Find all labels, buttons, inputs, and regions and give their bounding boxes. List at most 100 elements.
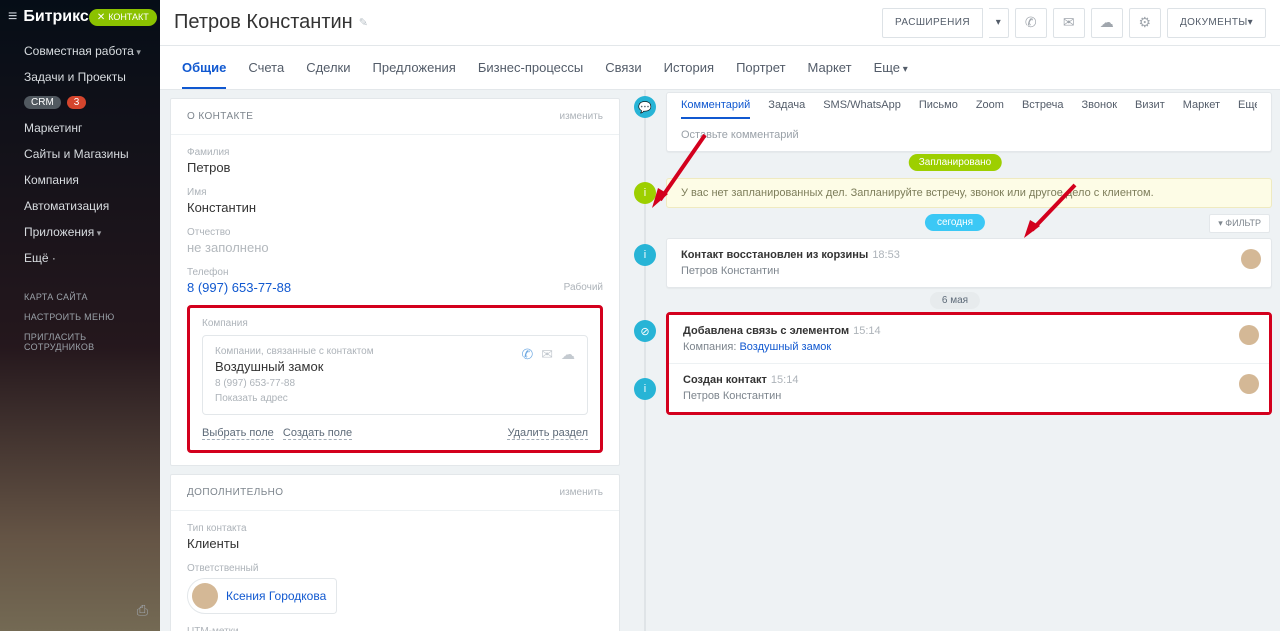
close-icon[interactable]: ✕: [97, 12, 105, 23]
tl-item-time: 15:14: [771, 374, 799, 386]
tl-item-company-link[interactable]: Воздушный замок: [739, 341, 831, 353]
planned-hint: У вас нет запланированных дел. Запланиру…: [666, 178, 1272, 208]
lastname-label: Фамилия: [187, 147, 603, 158]
tab-portrait[interactable]: Портрет: [736, 60, 785, 75]
firstname-label: Имя: [187, 187, 603, 198]
company-address-toggle[interactable]: Показать адрес: [215, 393, 575, 404]
hamburger-icon[interactable]: ≡: [8, 8, 17, 26]
sidebar-item-apps[interactable]: Приложения: [0, 219, 160, 245]
type-label: Тип контакта: [187, 523, 603, 534]
invite-link[interactable]: ПРИГЛАСИТЬ СОТРУДНИКОВ: [0, 327, 160, 357]
midname-value: не заполнено: [187, 240, 603, 255]
tl-tab-zoom[interactable]: Zoom: [976, 99, 1004, 119]
contact-badge[interactable]: ✕КОНТАКТ: [89, 9, 157, 26]
tl-tab-more[interactable]: Еще: [1238, 99, 1257, 119]
avatar: [1239, 325, 1259, 345]
extra-card: ДОПОЛНИТЕЛЬНО изменить Тип контакта Клиент…: [170, 474, 620, 631]
resp-label: Ответственный: [187, 563, 603, 574]
tl-tab-visit[interactable]: Визит: [1135, 99, 1165, 119]
sidebar-item-crm[interactable]: CRM 3: [0, 90, 160, 115]
gear-icon[interactable]: ⚙: [1129, 8, 1161, 38]
tl-tab-comment[interactable]: Комментарий: [681, 99, 750, 119]
comment-input[interactable]: Оставьте комментарий: [681, 129, 1257, 141]
timeline-line: [644, 90, 646, 631]
crm-count-badge: 3: [67, 96, 87, 109]
sidebar-item-company[interactable]: Компания: [0, 167, 160, 193]
tab-invoices[interactable]: Счета: [248, 60, 284, 75]
tab-relations[interactable]: Связи: [605, 60, 641, 75]
extensions-button[interactable]: РАСШИРЕНИЯ: [882, 8, 983, 38]
company-phone: 8 (997) 653-77-88: [215, 378, 575, 389]
tl-item-title: Создан контакт: [683, 374, 767, 386]
timeline-item-restored[interactable]: Контакт восстановлен из корзины 18:53 Пет…: [666, 238, 1272, 288]
sidebar-item-more[interactable]: Ещё ·: [0, 245, 160, 271]
tl-tab-market[interactable]: Маркет: [1183, 99, 1220, 119]
delete-section-link[interactable]: Удалить раздел: [507, 427, 588, 440]
sidebar: ≡ Битрикс ✕КОНТАКТ Совместная работа Зад…: [0, 0, 160, 631]
tab-market[interactable]: Маркет: [808, 60, 852, 75]
extensions-caret[interactable]: ▾: [989, 8, 1009, 38]
header: Петров Константин ✎ РАСШИРЕНИЯ ▾ ✆ ✉ ☁ ⚙…: [160, 0, 1280, 46]
company-call-icon[interactable]: ✆: [522, 346, 534, 363]
extra-edit[interactable]: изменить: [559, 487, 603, 498]
about-edit[interactable]: изменить: [559, 111, 603, 122]
tab-more[interactable]: Еще: [874, 60, 908, 75]
sitemap-link[interactable]: КАРТА САЙТА: [0, 287, 160, 307]
sidebar-item-collab[interactable]: Совместная работа: [0, 38, 160, 64]
edit-title-icon[interactable]: ✎: [359, 16, 368, 29]
extra-title: ДОПОЛНИТЕЛЬНО: [187, 487, 283, 498]
timeline-item-created[interactable]: Создан контакт15:14 Петров Константин: [669, 364, 1269, 412]
responsible-chip[interactable]: Ксения Городкова: [187, 578, 337, 614]
avatar: [1241, 249, 1261, 269]
today-badge: сегодня: [925, 214, 985, 231]
link-bubble-icon: ⊘: [634, 320, 656, 342]
company-chat-icon[interactable]: ☁: [561, 346, 575, 363]
tl-item-detail-label: Компания:: [683, 341, 736, 353]
page-title: Петров Константин: [174, 11, 353, 34]
responsible-name: Ксения Городкова: [226, 589, 326, 603]
about-card: О КОНТАКТЕизменить ФамилияПетров ИмяКонс…: [170, 98, 620, 466]
tab-deals[interactable]: Сделки: [306, 60, 350, 75]
lastname-value: Петров: [187, 160, 603, 175]
timeline-item-link-added[interactable]: Добавлена связь с элементом15:14 Компани…: [669, 315, 1269, 364]
chat-icon[interactable]: ☁: [1091, 8, 1123, 38]
tab-general[interactable]: Общие: [182, 60, 226, 89]
select-field-link[interactable]: Выбрать поле: [202, 427, 274, 440]
crm-pill: CRM: [24, 96, 61, 109]
sidebar-item-sites[interactable]: Сайты и Магазины: [0, 141, 160, 167]
avatar: [192, 583, 218, 609]
tl-tab-mail[interactable]: Письмо: [919, 99, 958, 119]
tab-history[interactable]: История: [664, 60, 714, 75]
company-mail-icon[interactable]: ✉: [541, 346, 553, 363]
midname-label: Отчество: [187, 227, 603, 238]
menu-config-link[interactable]: НАСТРОИТЬ МЕНЮ: [0, 307, 160, 327]
tl-tab-meet[interactable]: Встреча: [1022, 99, 1064, 119]
tl-item-detail: Петров Константин: [681, 265, 1257, 277]
phone-value[interactable]: 8 (997) 653-77-88: [187, 280, 291, 295]
tl-tab-call[interactable]: Звонок: [1082, 99, 1118, 119]
documents-button[interactable]: ДОКУМЕНТЫ ▾: [1167, 8, 1266, 38]
utm-label: UTM-метки: [187, 626, 603, 631]
firstname-value: Константин: [187, 200, 603, 215]
tl-item-time: 18:53: [872, 249, 900, 261]
mail-icon[interactable]: ✉: [1053, 8, 1085, 38]
filter-button[interactable]: ▾ ФИЛЬТР: [1209, 214, 1270, 233]
phone-label: Телефон: [187, 267, 603, 278]
tl-item-title: Добавлена связь с элементом: [683, 325, 849, 337]
sidebar-item-tasks[interactable]: Задачи и Проекты: [0, 64, 160, 90]
comment-bubble-icon: 💬: [634, 96, 656, 118]
contact-badge-label: КОНТАКТ: [108, 12, 149, 22]
type-value: Клиенты: [187, 536, 603, 551]
tab-bp[interactable]: Бизнес-процессы: [478, 60, 583, 75]
print-icon[interactable]: ⎙: [137, 602, 148, 619]
tl-tab-task[interactable]: Задача: [768, 99, 805, 119]
sidebar-item-marketing[interactable]: Маркетинг: [0, 115, 160, 141]
create-field-link[interactable]: Создать поле: [283, 427, 352, 440]
sidebar-item-automation[interactable]: Автоматизация: [0, 193, 160, 219]
tl-item-title: Контакт восстановлен из корзины: [681, 249, 868, 261]
timeline-highlight: Добавлена связь с элементом 15:14 Компани…: [666, 312, 1272, 415]
company-box[interactable]: ✆✉☁ Компании, связанные с контактом Возд…: [202, 335, 588, 415]
tl-tab-sms[interactable]: SMS/WhatsApp: [823, 99, 901, 119]
call-icon[interactable]: ✆: [1015, 8, 1047, 38]
tab-quotes[interactable]: Предложения: [373, 60, 456, 75]
